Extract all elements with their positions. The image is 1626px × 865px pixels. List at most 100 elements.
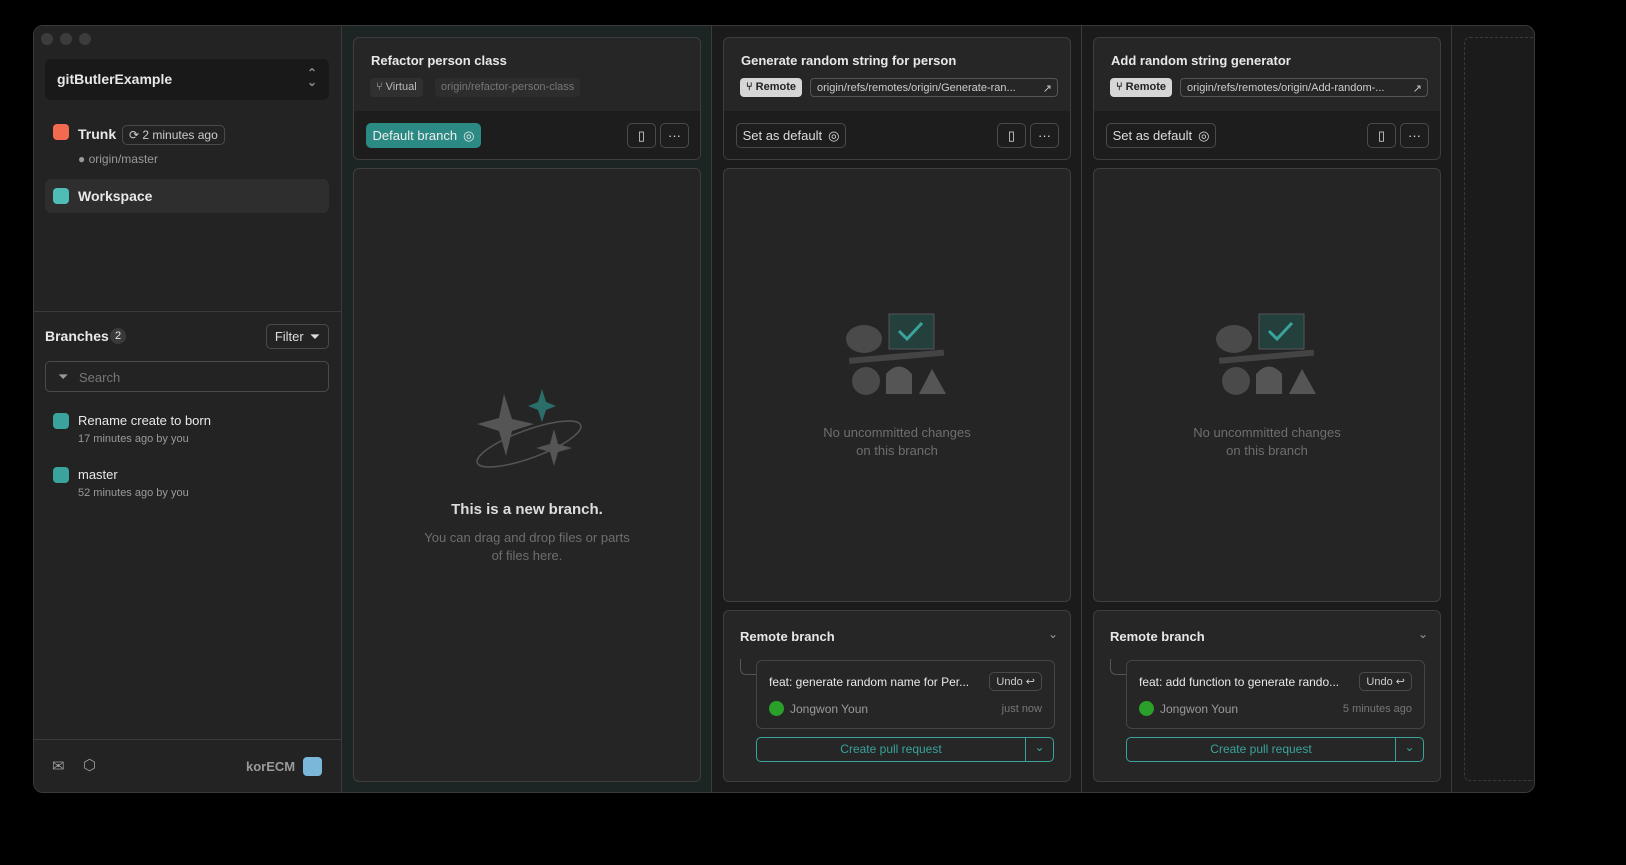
collapse-lane-button[interactable]: ▯ bbox=[627, 123, 656, 148]
dropzone[interactable]: No uncommitted changes on this branch bbox=[1093, 168, 1441, 602]
sync-badge[interactable]: ⟳ 2 minutes ago bbox=[122, 125, 225, 145]
sparkles-icon bbox=[476, 389, 582, 468]
empty-illustration-icon bbox=[846, 313, 946, 395]
close-window-button[interactable] bbox=[41, 33, 53, 45]
create-pull-request-button[interactable]: Create pull request bbox=[1126, 737, 1396, 762]
pr-options-chevron-icon[interactable]: ⌄ bbox=[1025, 737, 1054, 762]
refresh-icon: ⟳ bbox=[129, 128, 143, 142]
filter-icon: ⏷ bbox=[309, 328, 321, 344]
ellipsis-icon: ··· bbox=[1408, 128, 1421, 143]
header-actions: Default branch ◎ ▯ ··· bbox=[354, 111, 700, 159]
commit-card[interactable]: feat: generate random name for Per... Un… bbox=[756, 660, 1055, 729]
chevron-down-icon[interactable]: ⌄ bbox=[1048, 627, 1058, 641]
dropzone[interactable]: No uncommitted changes on this branch bbox=[723, 168, 1071, 602]
virtual-tag: ⑂ Virtual bbox=[370, 78, 423, 97]
remote-branch-section: Remote branch ⌄ feat: add function to ge… bbox=[1093, 610, 1441, 782]
lane-header: Add random string generator ⑂ Remote ori… bbox=[1093, 37, 1441, 160]
branch-ref[interactable]: origin/refs/remotes/origin/Generate-ran.… bbox=[810, 78, 1058, 97]
branch-ref[interactable]: origin/refs/remotes/origin/Add-random-..… bbox=[1180, 78, 1428, 97]
commit-card[interactable]: feat: add function to generate rando... … bbox=[1126, 660, 1425, 729]
tree-connector bbox=[740, 659, 756, 675]
divider bbox=[34, 311, 341, 312]
workspace-label: Workspace bbox=[78, 188, 153, 204]
trunk-icon bbox=[53, 124, 69, 140]
branch-icon bbox=[53, 467, 69, 483]
filter-button[interactable]: Filter ⏷ bbox=[266, 324, 329, 349]
empty-title: This is a new branch. bbox=[451, 501, 603, 518]
github-icon: ● bbox=[78, 152, 89, 166]
remote-tag: ⑂ Remote bbox=[740, 78, 802, 97]
button-label: Default branch bbox=[372, 128, 458, 143]
workspace-icon bbox=[53, 188, 69, 204]
commit-author: Jongwon Youn bbox=[790, 702, 869, 716]
dropzone[interactable]: This is a new branch. You can drag and d… bbox=[353, 168, 701, 782]
empty-illustration-icon bbox=[1216, 313, 1316, 395]
lane-title[interactable]: Generate random string for person bbox=[741, 53, 956, 68]
empty-text: No uncommitted changes bbox=[1193, 425, 1341, 440]
lane-header: Refactor person class ⑂ Virtual origin/r… bbox=[353, 37, 701, 160]
branches-title: Branches bbox=[45, 328, 109, 344]
new-lane-dropzone[interactable] bbox=[1464, 37, 1534, 781]
ellipsis-icon: ··· bbox=[668, 128, 681, 143]
set-default-button[interactable]: Set as default ◎ bbox=[1106, 123, 1216, 148]
create-pull-request-button[interactable]: Create pull request bbox=[756, 737, 1026, 762]
undo-label: Undo bbox=[996, 676, 1023, 688]
minimize-window-button[interactable] bbox=[60, 33, 72, 45]
branch-lane: Generate random string for person ⑂ Remo… bbox=[712, 26, 1082, 792]
empty-text: You can drag and drop files or parts bbox=[424, 530, 630, 545]
trunk-label: Trunk bbox=[78, 126, 117, 142]
trunk-item[interactable]: Trunk ⟳ 2 minutes ago ● origin/master bbox=[45, 122, 329, 168]
pr-options-chevron-icon[interactable]: ⌄ bbox=[1395, 737, 1424, 762]
project-selector[interactable]: gitButlerExample ⌃ ⌄ bbox=[45, 59, 329, 100]
author-avatar bbox=[1139, 701, 1154, 716]
target-icon: ◎ bbox=[463, 127, 475, 143]
commit-message: feat: generate random name for Per... bbox=[769, 675, 970, 689]
external-link-icon: ↗ bbox=[1042, 83, 1052, 95]
commit-author: Jongwon Youn bbox=[1160, 702, 1239, 716]
app-window: gitButlerExample ⌃ ⌄ Trunk ⟳ 2 minutes ago… bbox=[33, 25, 1535, 793]
maximize-window-button[interactable] bbox=[79, 33, 91, 45]
undo-icon: ↩ bbox=[1395, 676, 1405, 688]
more-options-button[interactable]: ··· bbox=[660, 123, 689, 148]
settings-icon[interactable]: ⬡ bbox=[83, 756, 96, 774]
branch-list-item[interactable]: Rename create to born 17 minutes ago by … bbox=[45, 410, 329, 450]
branch-ref: origin/refactor-person-class bbox=[435, 78, 581, 97]
collapse-lane-button[interactable]: ▯ bbox=[997, 123, 1026, 148]
tag-label: Remote bbox=[755, 81, 796, 93]
branch-meta: 52 minutes ago by you bbox=[78, 487, 189, 499]
branch-name: Rename create to born bbox=[78, 413, 211, 428]
lane-title[interactable]: Add random string generator bbox=[1111, 53, 1291, 68]
set-default-button[interactable]: Set as default ◎ bbox=[736, 123, 846, 148]
workspace-item[interactable]: Workspace bbox=[45, 179, 329, 213]
mail-icon[interactable]: ✉ bbox=[52, 757, 65, 775]
branch-lane: Add random string generator ⑂ Remote ori… bbox=[1082, 26, 1452, 792]
avatar[interactable] bbox=[303, 757, 322, 776]
section-title: Remote branch bbox=[1110, 629, 1205, 644]
tree-connector bbox=[1110, 659, 1126, 675]
target-icon: ◎ bbox=[1198, 127, 1210, 143]
tag-label: Virtual bbox=[385, 81, 417, 93]
header-actions: Set as default ◎ ▯ ··· bbox=[724, 111, 1070, 159]
more-options-button[interactable]: ··· bbox=[1030, 123, 1059, 148]
panel-icon: ▯ bbox=[1377, 127, 1386, 143]
undo-button[interactable]: Undo ↩ bbox=[989, 672, 1042, 691]
search-filter-icon: ⏷ bbox=[58, 369, 69, 384]
commit-message: feat: add function to generate rando... bbox=[1139, 675, 1340, 689]
undo-label: Undo bbox=[1366, 676, 1393, 688]
branch-list-item[interactable]: master 52 minutes ago by you bbox=[45, 464, 329, 504]
default-branch-button[interactable]: Default branch ◎ bbox=[366, 123, 481, 148]
lane-title[interactable]: Refactor person class bbox=[371, 53, 507, 68]
branch-meta: 17 minutes ago by you bbox=[78, 433, 189, 445]
panel-icon: ▯ bbox=[637, 127, 646, 143]
undo-button[interactable]: Undo ↩ bbox=[1359, 672, 1412, 691]
branch-search-input[interactable]: ⏷ Search bbox=[45, 361, 329, 392]
header-actions: Set as default ◎ ▯ ··· bbox=[1094, 111, 1440, 159]
section-title: Remote branch bbox=[740, 629, 835, 644]
trunk-remote: origin/master bbox=[88, 152, 158, 166]
more-options-button[interactable]: ··· bbox=[1400, 123, 1429, 148]
username[interactable]: korECM bbox=[246, 759, 295, 774]
collapse-lane-button[interactable]: ▯ bbox=[1367, 123, 1396, 148]
chevron-down-icon[interactable]: ⌄ bbox=[1418, 627, 1428, 641]
panel-icon: ▯ bbox=[1007, 127, 1016, 143]
target-icon: ◎ bbox=[828, 127, 840, 143]
